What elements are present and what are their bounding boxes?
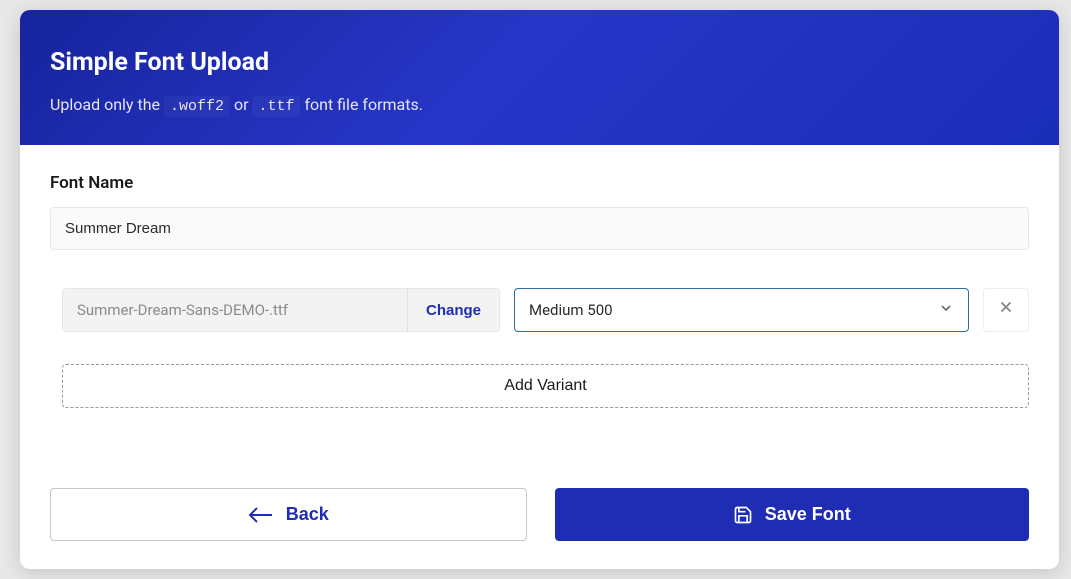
subtitle-code-woff2: .woff2 — [164, 96, 230, 117]
change-file-button[interactable]: Change — [407, 289, 499, 331]
chevron-down-icon — [938, 300, 954, 320]
subtitle-code-ttf: .ttf — [252, 96, 300, 117]
font-weight-select[interactable]: Medium 500 — [514, 288, 969, 332]
modal-header: Simple Font Upload Upload only the .woff… — [20, 10, 1059, 145]
modal-title: Simple Font Upload — [50, 48, 1029, 77]
font-upload-modal: Simple Font Upload Upload only the .woff… — [20, 10, 1059, 569]
subtitle-or: or — [234, 95, 253, 114]
close-icon — [997, 298, 1015, 322]
modal-subtitle: Upload only the .woff2 or .ttf font file… — [50, 95, 1029, 115]
modal-footer: Back Save Font — [20, 484, 1059, 569]
arrow-left-icon — [248, 506, 274, 524]
font-name-input[interactable] — [50, 207, 1029, 250]
variant-row: Summer-Dream-Sans-DEMO-.ttf Change Mediu… — [62, 288, 1029, 332]
save-button-label: Save Font — [765, 504, 851, 525]
add-variant-button[interactable]: Add Variant — [62, 364, 1029, 408]
file-box: Summer-Dream-Sans-DEMO-.ttf Change — [62, 288, 500, 332]
variant-section: Summer-Dream-Sans-DEMO-.ttf Change Mediu… — [50, 288, 1029, 408]
modal-body: Font Name Summer-Dream-Sans-DEMO-.ttf Ch… — [20, 145, 1059, 484]
font-weight-value: Medium 500 — [529, 301, 938, 319]
subtitle-part-2: font file formats. — [304, 95, 423, 114]
save-icon — [733, 505, 753, 525]
back-button-label: Back — [286, 504, 329, 525]
font-name-label: Font Name — [50, 173, 1029, 193]
back-button[interactable]: Back — [50, 488, 527, 541]
subtitle-part-1: Upload only the — [50, 95, 164, 114]
save-font-button[interactable]: Save Font — [555, 488, 1030, 541]
file-name-display: Summer-Dream-Sans-DEMO-.ttf — [63, 289, 407, 331]
remove-variant-button[interactable] — [983, 288, 1029, 332]
